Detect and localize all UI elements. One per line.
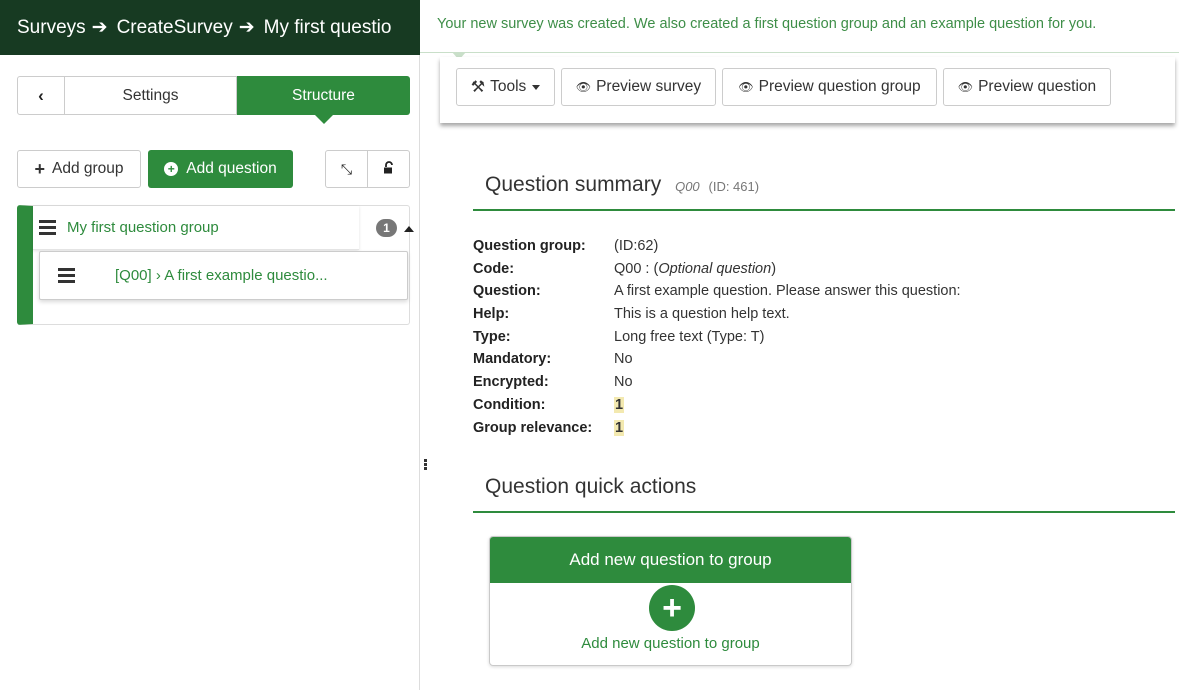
collapse-icon: ⤡ <box>340 160 353 177</box>
question-summary-heading: Question summary Q00 (ID: 461) <box>485 173 759 197</box>
hamburger-icon[interactable] <box>58 265 75 286</box>
question-summary-title: Question summary <box>485 173 662 196</box>
summary-key: Help: <box>473 306 510 323</box>
summary-key: Group relevance: <box>473 419 593 436</box>
arrow-right-icon: ➔ <box>91 17 108 38</box>
summary-value: (ID:62) <box>614 238 659 254</box>
plus-icon: + <box>34 158 45 179</box>
sidebar-tabs: ‹ Settings Structure <box>17 76 410 124</box>
sidebar: ‹ Settings Structure + Add group + Add q… <box>0 55 420 690</box>
caret-up-icon[interactable] <box>404 226 414 232</box>
preview-question-group-button[interactable]: 👁 Preview question group <box>722 68 937 106</box>
question-group-item[interactable]: My first question group <box>33 206 359 250</box>
add-question-panel-label[interactable]: Add new question to group <box>490 635 851 652</box>
group-relevance-value: 1 <box>614 419 625 436</box>
eye-icon: 👁 <box>957 80 974 94</box>
summary-key: Question group: <box>473 238 586 254</box>
add-question-panel-header[interactable]: Add new question to group <box>490 537 851 583</box>
code-value: Q00 : ( <box>614 260 659 277</box>
summary-value: This is a question help text. <box>614 306 790 323</box>
breadcrumb-group[interactable]: My first questio <box>264 17 392 39</box>
summary-key: Encrypted: <box>473 374 549 391</box>
collapse-sidebar-button[interactable]: ‹ <box>17 76 65 115</box>
add-question-button[interactable]: + Add question <box>148 150 293 188</box>
summary-value: 1 <box>614 417 625 440</box>
summary-key: Code: <box>473 260 515 277</box>
wrench-icon: ⚒ <box>470 79 486 96</box>
eye-icon: 👁 <box>575 80 592 94</box>
hamburger-icon[interactable] <box>39 217 56 238</box>
resize-handle-icon[interactable] <box>424 458 427 471</box>
breadcrumb-surveys[interactable]: Surveys <box>17 17 86 39</box>
add-group-button[interactable]: + Add group <box>17 150 141 188</box>
tab-settings[interactable]: Settings <box>65 76 237 115</box>
summary-value: Q00 : (Optional question) <box>614 258 776 281</box>
quick-actions-divider <box>473 511 1175 513</box>
question-id: (ID: 461) <box>708 179 760 194</box>
preview-question-label: Preview question <box>978 78 1097 95</box>
collapse-all-button[interactable]: ⤡ <box>325 150 368 188</box>
plus-circle-icon: + <box>164 162 179 176</box>
summary-key: Type: <box>473 328 511 345</box>
unlock-icon <box>382 160 396 178</box>
quick-actions-heading: Question quick actions <box>485 475 697 498</box>
tools-label: Tools <box>490 78 527 95</box>
question-code: Q00 <box>675 179 700 194</box>
question-item-label[interactable]: [Q00] › A first example questio... <box>115 267 328 284</box>
summary-value: No <box>614 351 633 368</box>
preview-survey-button[interactable]: 👁 Preview survey <box>561 68 716 106</box>
add-group-label: Add group <box>51 160 124 177</box>
code-close: ) <box>771 260 777 277</box>
structure-actions: + Add group + Add question ⤡ <box>17 150 410 188</box>
question-count-badge: 1 <box>376 219 397 237</box>
add-question-panel[interactable]: Add new question to group + Add new ques… <box>489 536 852 666</box>
add-question-label: Add question <box>186 160 277 177</box>
summary-value: Long free text (Type: T) <box>614 328 765 345</box>
condition-value: 1 <box>614 396 625 413</box>
chevron-left-icon: ‹ <box>38 85 44 105</box>
caret-down-icon <box>532 84 541 90</box>
question-group-label[interactable]: My first question group <box>67 219 219 236</box>
summary-key: Mandatory: <box>473 351 552 368</box>
arrow-right-icon: ➔ <box>238 17 255 38</box>
preview-survey-label: Preview survey <box>596 78 702 95</box>
notification-alert: Your new survey was created. We also cre… <box>420 0 1179 53</box>
summary-key: Condition: <box>473 396 546 413</box>
summary-divider <box>473 209 1175 211</box>
optional-question-text: Optional question <box>658 260 772 277</box>
summary-value: 1 <box>614 394 625 417</box>
tab-structure[interactable]: Structure <box>237 76 410 124</box>
top-toolbar: ⚒ Tools 👁 Preview survey 👁 Preview quest… <box>440 57 1175 123</box>
plus-circle-icon[interactable]: + <box>649 585 695 631</box>
summary-value: No <box>614 374 633 391</box>
tools-dropdown-button[interactable]: ⚒ Tools <box>456 68 555 106</box>
unlock-button[interactable] <box>367 150 410 188</box>
preview-question-button[interactable]: 👁 Preview question <box>943 68 1111 106</box>
summary-value: A first example question. Please answer … <box>614 283 961 300</box>
preview-group-label: Preview question group <box>758 78 921 95</box>
summary-key: Question: <box>473 283 541 300</box>
question-group-tree: My first question group 1 [Q00] › A firs… <box>17 205 414 325</box>
breadcrumb: Surveys ➔ CreateSurvey ➔ My first questi… <box>0 0 420 55</box>
eye-icon: 👁 <box>738 80 754 94</box>
question-item[interactable]: [Q00] › A first example questio... <box>39 251 408 300</box>
breadcrumb-survey[interactable]: CreateSurvey <box>117 17 233 39</box>
